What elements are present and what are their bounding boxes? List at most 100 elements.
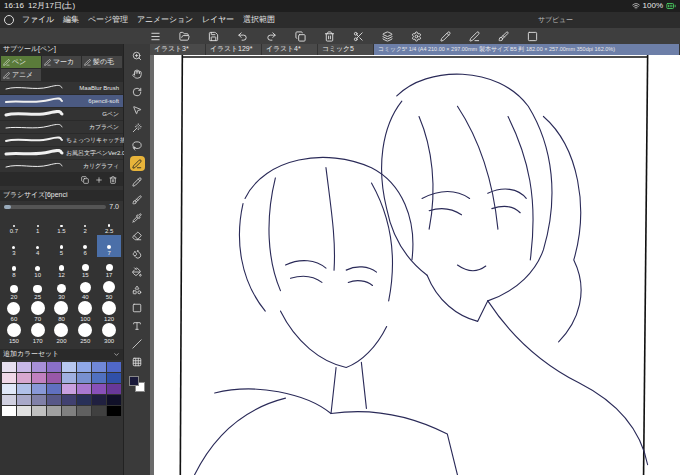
canvas[interactable] — [154, 55, 680, 475]
command-icon[interactable] — [382, 31, 393, 42]
brush-size-cell[interactable]: 30 — [50, 279, 74, 301]
color-swatch[interactable] — [107, 373, 121, 383]
add-icon[interactable] — [95, 176, 103, 184]
tool-button[interactable] — [130, 246, 145, 261]
document-tab[interactable]: コミック5 — [318, 44, 374, 55]
tool-button[interactable] — [130, 156, 145, 171]
brush-item[interactable]: お風呂文字ペンVer2.0 — [0, 147, 123, 160]
command-icon[interactable] — [324, 31, 335, 42]
command-icon[interactable] — [208, 31, 219, 42]
tool-button[interactable] — [130, 228, 145, 243]
brush-size-cell[interactable]: 5 — [50, 235, 74, 257]
brush-size-cell[interactable]: 60 — [2, 301, 26, 323]
command-icon[interactable] — [411, 31, 422, 42]
color-swatch[interactable] — [77, 362, 91, 372]
menu-item[interactable]: 選択範囲 — [243, 14, 275, 26]
tool-button[interactable] — [130, 174, 145, 189]
menu-item[interactable]: ページ管理 — [88, 14, 128, 26]
color-swatch[interactable] — [17, 384, 31, 394]
brush-item[interactable]: MaaBlur Brush — [0, 82, 123, 95]
brush-item[interactable]: Gペン — [0, 108, 123, 121]
brush-size-cell[interactable]: 15 — [73, 257, 97, 279]
brush-size-cell[interactable]: 8 — [2, 257, 26, 279]
brush-size-cell[interactable]: 20 — [2, 279, 26, 301]
brush-size-cell[interactable]: 2 — [73, 213, 97, 235]
color-swatch[interactable] — [47, 406, 61, 416]
brush-size-cell[interactable]: 250 — [73, 323, 97, 345]
menu-item[interactable]: 編集 — [63, 14, 79, 26]
color-swatch[interactable] — [17, 406, 31, 416]
color-swatch[interactable] — [107, 395, 121, 405]
tool-button[interactable] — [130, 210, 145, 225]
brush-size-slider[interactable]: 7.0 — [0, 201, 123, 213]
brush-size-cell[interactable]: 25 — [26, 279, 50, 301]
brush-size-cell[interactable]: 170 — [26, 323, 50, 345]
brush-size-cell[interactable]: 17 — [97, 257, 121, 279]
brush-size-cell[interactable]: 0.7 — [2, 213, 26, 235]
brush-size-cell[interactable]: 7 — [97, 235, 121, 257]
color-swatch[interactable] — [17, 373, 31, 383]
subtool-group-tab[interactable]: アニメ — [1, 69, 41, 81]
brush-size-cell[interactable]: 3 — [2, 235, 26, 257]
color-swatch[interactable] — [92, 395, 106, 405]
brush-size-cell[interactable]: 10 — [26, 257, 50, 279]
color-swatch[interactable] — [17, 362, 31, 372]
color-swatch[interactable] — [47, 395, 61, 405]
command-icon[interactable] — [237, 31, 248, 42]
brush-size-cell[interactable]: 70 — [26, 301, 50, 323]
brush-size-cell[interactable]: 300 — [97, 323, 121, 345]
color-swatch[interactable] — [2, 373, 16, 383]
document-tab[interactable]: イラスト129* — [206, 44, 262, 55]
tool-button[interactable] — [130, 282, 145, 297]
dropdown-icon[interactable] — [113, 351, 120, 358]
color-swatch[interactable] — [107, 384, 121, 394]
brush-item[interactable]: カリグラフィ — [0, 160, 123, 173]
color-swatch[interactable] — [77, 395, 91, 405]
tool-button[interactable] — [130, 354, 145, 369]
tool-button[interactable] — [130, 102, 145, 117]
brush-size-cell[interactable]: 1.5 — [50, 213, 74, 235]
app-logo-icon[interactable] — [4, 15, 14, 25]
color-swatch[interactable] — [92, 384, 106, 394]
command-icon[interactable] — [498, 31, 509, 42]
subtool-group-tab[interactable]: 髪の毛 — [82, 56, 122, 68]
color-swatch[interactable] — [32, 395, 46, 405]
color-swatch[interactable] — [47, 384, 61, 394]
brush-size-cell[interactable]: 40 — [73, 279, 97, 301]
copy-icon[interactable] — [81, 176, 89, 184]
subtool-group-tab[interactable]: マーカ — [42, 56, 82, 68]
color-swatch[interactable] — [47, 362, 61, 372]
color-swatch[interactable] — [92, 373, 106, 383]
brush-size-cell[interactable]: 4 — [26, 235, 50, 257]
color-swatch[interactable] — [32, 362, 46, 372]
menu-item[interactable]: レイヤー — [202, 14, 234, 26]
tool-button[interactable] — [130, 66, 145, 81]
document-tab[interactable]: コミック5* 1/4 (A4 210.00 × 297.00mm 製本サイズ B… — [374, 44, 680, 55]
tool-button[interactable] — [130, 120, 145, 135]
color-swatch[interactable] — [17, 395, 31, 405]
color-swatch[interactable] — [62, 373, 76, 383]
color-swatch[interactable] — [2, 395, 16, 405]
brush-size-cell[interactable]: 80 — [50, 301, 74, 323]
brush-size-cell[interactable]: 1 — [26, 213, 50, 235]
color-swatch[interactable] — [2, 362, 16, 372]
brush-size-cell[interactable]: 100 — [73, 301, 97, 323]
command-icon[interactable] — [527, 31, 538, 42]
color-swatch[interactable] — [47, 373, 61, 383]
brush-item[interactable]: 6pencil-soft — [0, 95, 123, 108]
brush-size-cell[interactable]: 50 — [97, 279, 121, 301]
tool-button[interactable] — [130, 264, 145, 279]
brush-size-cell[interactable]: 150 — [2, 323, 26, 345]
command-icon[interactable] — [353, 31, 364, 42]
command-icon[interactable] — [266, 31, 277, 42]
color-swatch[interactable] — [32, 373, 46, 383]
command-icon[interactable] — [179, 31, 190, 42]
tool-button[interactable] — [130, 48, 145, 63]
color-indicator[interactable] — [129, 376, 145, 392]
brush-size-cell[interactable]: 12 — [50, 257, 74, 279]
brush-size-cell[interactable]: 2.5 — [97, 213, 121, 235]
brush-size-cell[interactable]: 6 — [73, 235, 97, 257]
command-icon[interactable] — [295, 31, 306, 42]
brush-item[interactable]: ちょっつリキャッチ描き文字ペン — [0, 134, 123, 147]
menu-item[interactable]: ファイル — [22, 14, 54, 26]
